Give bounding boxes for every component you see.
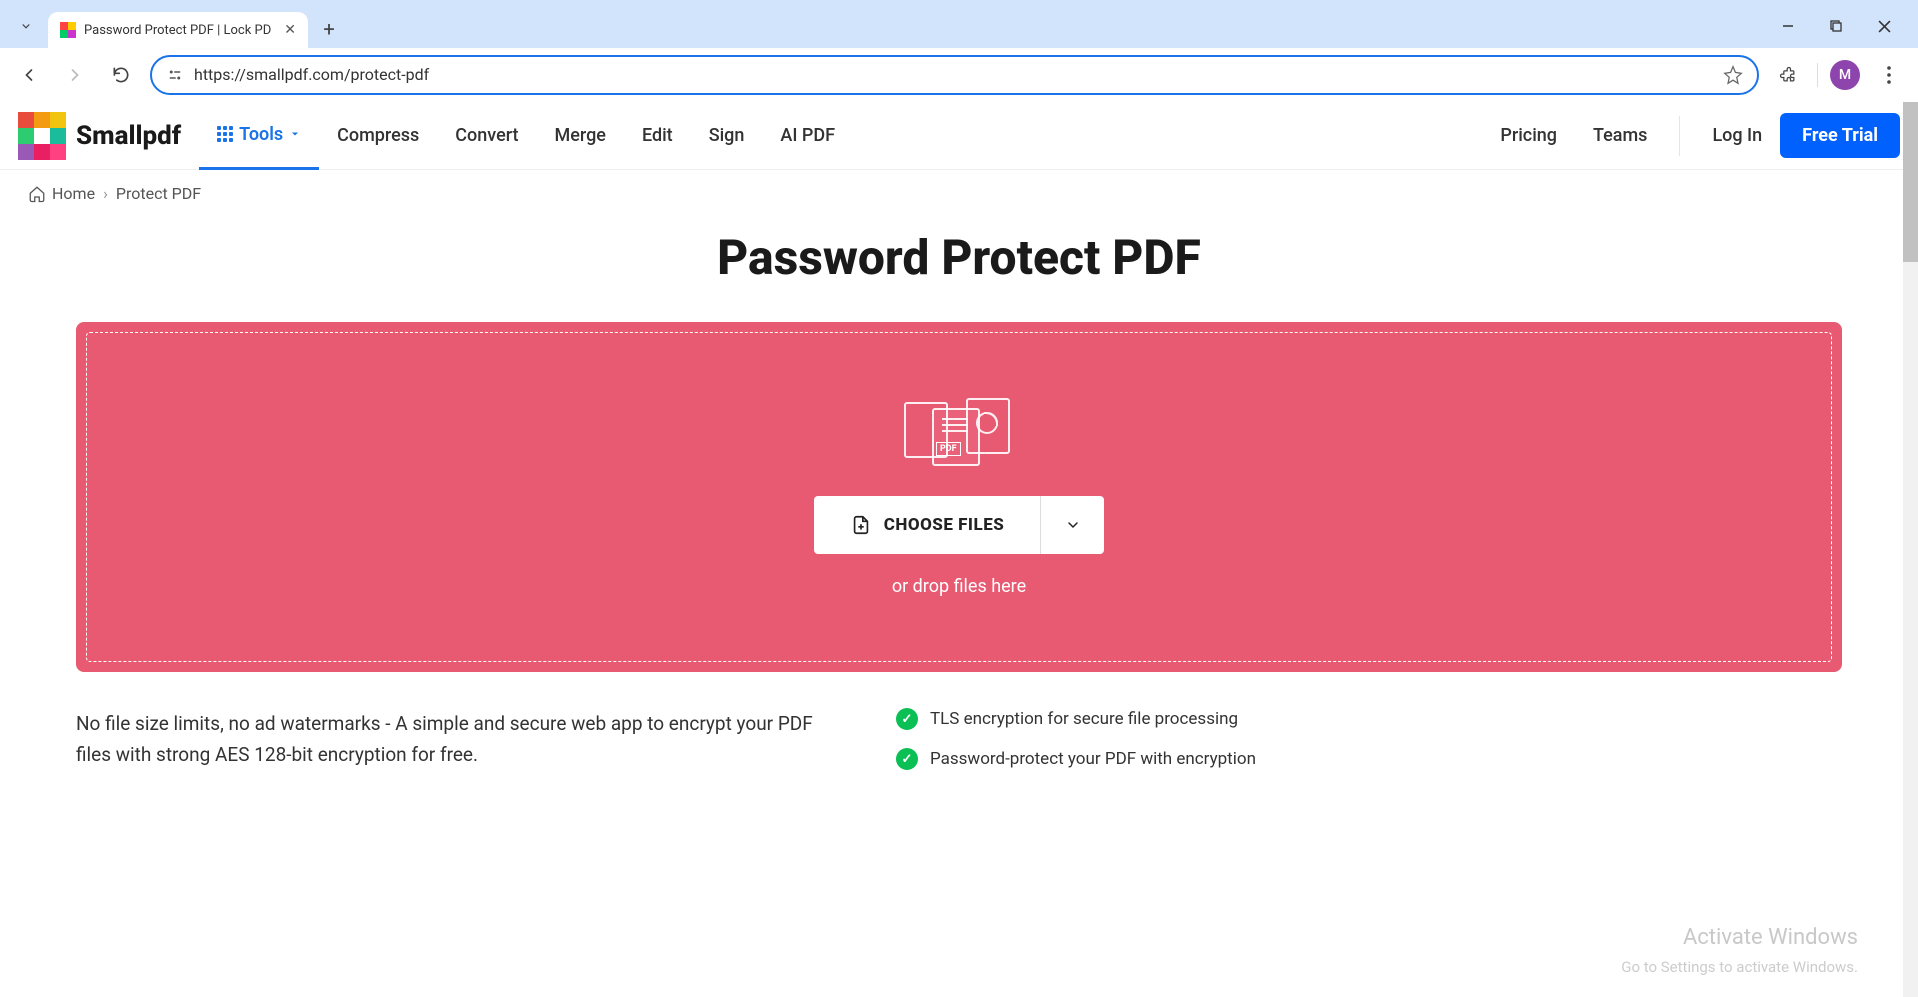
choose-files-group: CHOOSE FILES <box>814 496 1105 554</box>
extensions-button[interactable] <box>1771 58 1805 92</box>
maximize-button[interactable] <box>1822 12 1850 40</box>
check-icon: ✓ <box>896 748 918 770</box>
close-tab-button[interactable]: ✕ <box>284 22 296 38</box>
dropzone-container: PDF CHOOSE FILES or drop files here <box>76 322 1842 672</box>
kebab-icon <box>1887 66 1891 84</box>
toolbar-divider <box>1817 63 1818 87</box>
tab-search-dropdown[interactable] <box>8 8 44 44</box>
page-viewport: Smallpdf Tools Compress Convert Merge Ed… <box>0 102 1918 997</box>
new-tab-button[interactable]: + <box>314 14 344 44</box>
site-header: Smallpdf Tools Compress Convert Merge Ed… <box>0 102 1918 170</box>
tab-title: Password Protect PDF | Lock PD <box>84 23 276 38</box>
nav-merge[interactable]: Merge <box>537 102 624 170</box>
close-window-button[interactable] <box>1870 12 1898 40</box>
check-icon: ✓ <box>896 708 918 730</box>
chevron-down-icon <box>1065 517 1081 533</box>
nav-aipdf[interactable]: AI PDF <box>762 102 853 170</box>
puzzle-icon <box>1778 65 1798 85</box>
logo[interactable]: Smallpdf <box>18 112 181 160</box>
reload-icon <box>111 65 131 85</box>
page-description: No file size limits, no ad watermarks - … <box>76 708 816 771</box>
star-icon <box>1723 65 1743 85</box>
breadcrumb-home[interactable]: Home <box>28 184 95 203</box>
minimize-button[interactable] <box>1774 12 1802 40</box>
nav-convert[interactable]: Convert <box>437 102 536 170</box>
breadcrumb-current: Protect PDF <box>116 184 201 203</box>
chevron-down-icon <box>19 19 33 33</box>
profile-avatar[interactable]: M <box>1830 60 1860 90</box>
nav-tools-label: Tools <box>239 124 283 145</box>
feature-list: ✓ TLS encryption for secure file process… <box>896 708 1256 771</box>
browser-toolbar: https://smallpdf.com/protect-pdf M <box>0 48 1918 102</box>
avatar-letter: M <box>1839 67 1851 83</box>
home-icon <box>28 185 46 203</box>
nav-pricing[interactable]: Pricing <box>1482 102 1575 170</box>
reload-button[interactable] <box>104 58 138 92</box>
url-text: https://smallpdf.com/protect-pdf <box>194 65 1713 84</box>
forward-button[interactable] <box>58 58 92 92</box>
logo-icon <box>18 112 66 160</box>
favicon-icon <box>60 22 76 38</box>
back-button[interactable] <box>12 58 46 92</box>
choose-files-button[interactable]: CHOOSE FILES <box>814 496 1041 554</box>
page-title: Password Protect PDF <box>0 229 1918 286</box>
nav-tools[interactable]: Tools <box>199 102 319 170</box>
nav-divider <box>1679 116 1680 156</box>
grid-icon <box>217 126 233 142</box>
windows-activation-watermark: Activate Windows Go to Settings to activ… <box>1621 920 1858 979</box>
nav-compress[interactable]: Compress <box>319 102 437 170</box>
files-illustration-icon: PDF <box>904 398 1014 474</box>
address-bar[interactable]: https://smallpdf.com/protect-pdf <box>150 55 1759 95</box>
choose-files-dropdown[interactable] <box>1040 496 1104 554</box>
page-info-row: No file size limits, no ad watermarks - … <box>0 672 1918 807</box>
chrome-menu-button[interactable] <box>1872 58 1906 92</box>
nav-sign[interactable]: Sign <box>691 102 763 170</box>
feature-text: TLS encryption for secure file processin… <box>930 709 1238 729</box>
arrow-right-icon <box>65 65 85 85</box>
breadcrumb: Home › Protect PDF <box>0 170 1918 217</box>
drop-hint-text: or drop files here <box>892 576 1026 597</box>
window-controls <box>1774 12 1910 48</box>
browser-tab[interactable]: Password Protect PDF | Lock PD ✕ <box>48 12 308 48</box>
feature-text: Password-protect your PDF with encryptio… <box>930 749 1256 769</box>
free-trial-button[interactable]: Free Trial <box>1780 113 1900 158</box>
nav-teams[interactable]: Teams <box>1575 102 1665 170</box>
site-settings-icon[interactable] <box>166 66 184 84</box>
browser-tab-strip: Password Protect PDF | Lock PD ✕ + <box>0 0 1918 48</box>
nav-edit[interactable]: Edit <box>624 102 691 170</box>
file-plus-icon <box>850 514 872 536</box>
choose-files-label: CHOOSE FILES <box>884 515 1005 535</box>
feature-item: ✓ TLS encryption for secure file process… <box>896 708 1256 730</box>
nav-login[interactable]: Log In <box>1694 102 1780 170</box>
arrow-left-icon <box>19 65 39 85</box>
logo-text: Smallpdf <box>76 121 181 151</box>
breadcrumb-separator: › <box>103 184 108 203</box>
scrollbar-thumb[interactable] <box>1903 102 1918 262</box>
feature-item: ✓ Password-protect your PDF with encrypt… <box>896 748 1256 770</box>
bookmark-button[interactable] <box>1723 65 1743 85</box>
chevron-down-icon <box>289 128 301 140</box>
file-dropzone[interactable]: PDF CHOOSE FILES or drop files here <box>86 332 1832 662</box>
